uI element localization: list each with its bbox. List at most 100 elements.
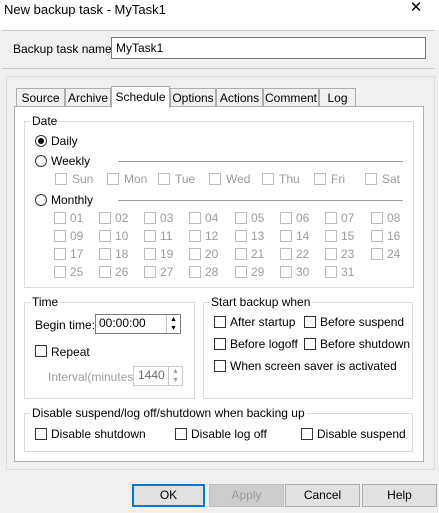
month-day-label: 16 [387, 229, 401, 243]
tab-schedule[interactable]: Schedule [111, 86, 170, 108]
repeat-checkbox[interactable] [35, 345, 47, 360]
month-day-checkbox[interactable] [280, 212, 292, 227]
weekday-checkbox-sat[interactable] [365, 173, 377, 188]
tab-archive[interactable]: Archive [65, 88, 111, 106]
tab-source[interactable]: Source [16, 88, 65, 106]
tab-options[interactable]: Options [170, 88, 216, 106]
tab-log[interactable]: Log [319, 88, 356, 106]
after-startup-label: After startup [230, 315, 296, 329]
month-day-checkbox[interactable] [189, 248, 201, 263]
month-day-checkbox[interactable] [54, 248, 66, 263]
daily-radio[interactable] [35, 135, 47, 150]
month-day-checkbox[interactable] [325, 230, 337, 245]
close-icon[interactable]: ✕ [404, 0, 428, 19]
month-day-checkbox[interactable] [235, 212, 247, 227]
begin-time-value: 00:00:00 [99, 316, 146, 330]
month-day-checkbox[interactable] [144, 266, 156, 281]
task-name-input[interactable] [111, 37, 426, 59]
month-day-checkbox[interactable] [325, 266, 337, 281]
month-day-label: 15 [341, 229, 355, 243]
month-day-checkbox[interactable] [235, 266, 247, 281]
monthly-label: Monthly [51, 193, 94, 207]
ok-button[interactable]: OK [132, 484, 205, 507]
month-day-label: 10 [115, 229, 129, 243]
daily-label: Daily [51, 134, 78, 148]
month-day-label: 21 [251, 247, 265, 261]
weekday-label: Sun [72, 172, 94, 186]
month-day-checkbox[interactable] [280, 230, 292, 245]
after-startup-checkbox[interactable] [214, 316, 226, 331]
disable-shutdown-checkbox[interactable] [35, 428, 47, 443]
interval-input[interactable]: 1440 ▲ ▼ [133, 366, 183, 386]
spin-down-icon[interactable]: ▼ [169, 376, 182, 385]
month-day-label: 01 [70, 211, 84, 225]
monthly-radio[interactable] [35, 194, 47, 209]
month-day-checkbox[interactable] [144, 230, 156, 245]
spin-up-icon[interactable]: ▲ [169, 367, 182, 376]
month-day-checkbox[interactable] [235, 248, 247, 263]
cancel-button[interactable]: Cancel [285, 484, 360, 507]
task-name-label: Backup task name: [13, 42, 116, 56]
weekday-checkbox-tue[interactable] [158, 173, 170, 188]
weekday-checkbox-wed[interactable] [209, 173, 221, 188]
month-day-checkbox[interactable] [54, 230, 66, 245]
month-day-checkbox[interactable] [189, 212, 201, 227]
month-day-checkbox[interactable] [99, 248, 111, 263]
disable-suspend-checkbox[interactable] [301, 428, 313, 443]
month-day-checkbox[interactable] [189, 230, 201, 245]
interval-label: Interval(minutes): [48, 370, 141, 384]
begin-time-input[interactable]: 00:00:00 ▲ ▼ [95, 314, 181, 334]
month-day-label: 28 [205, 265, 219, 279]
disable-logoff-checkbox[interactable] [175, 428, 187, 443]
before-logoff-checkbox[interactable] [214, 338, 226, 353]
month-day-label: 24 [387, 247, 401, 261]
begin-time-label: Begin time: [35, 318, 96, 332]
month-day-checkbox[interactable] [235, 230, 247, 245]
before-shutdown-checkbox[interactable] [304, 338, 316, 353]
month-day-label: 23 [341, 247, 355, 261]
month-day-checkbox[interactable] [371, 248, 383, 263]
weekday-checkbox-fri[interactable] [314, 173, 326, 188]
month-day-label: 12 [205, 229, 219, 243]
before-suspend-label: Before suspend [320, 315, 405, 329]
month-day-label: 02 [115, 211, 129, 225]
month-day-label: 29 [251, 265, 265, 279]
month-day-label: 17 [70, 247, 84, 261]
date-legend: Date [30, 114, 60, 128]
tab-comment[interactable]: Comment [263, 88, 319, 106]
month-day-checkbox[interactable] [325, 212, 337, 227]
before-suspend-checkbox[interactable] [304, 316, 316, 331]
weekday-checkbox-thu[interactable] [262, 173, 274, 188]
window-title: New backup task - MyTask1 [4, 2, 166, 17]
month-day-label: 27 [160, 265, 174, 279]
interval-spinner[interactable]: ▲ ▼ [168, 367, 182, 385]
month-day-checkbox[interactable] [54, 266, 66, 281]
month-day-checkbox[interactable] [280, 266, 292, 281]
month-day-checkbox[interactable] [54, 212, 66, 227]
tab-actions[interactable]: Actions [216, 88, 263, 106]
disable-shutdown-label: Disable shutdown [51, 427, 146, 441]
disable-logoff-label: Disable log off [191, 427, 267, 441]
month-day-checkbox[interactable] [99, 230, 111, 245]
spin-down-icon[interactable]: ▼ [167, 324, 180, 333]
month-day-checkbox[interactable] [144, 248, 156, 263]
weekday-checkbox-mon[interactable] [107, 173, 119, 188]
month-day-label: 04 [205, 211, 219, 225]
month-day-checkbox[interactable] [325, 248, 337, 263]
screen-saver-checkbox[interactable] [214, 360, 226, 375]
month-day-checkbox[interactable] [144, 212, 156, 227]
month-day-checkbox[interactable] [99, 212, 111, 227]
spin-up-icon[interactable]: ▲ [167, 315, 180, 324]
month-day-checkbox[interactable] [189, 266, 201, 281]
month-day-checkbox[interactable] [99, 266, 111, 281]
month-day-checkbox[interactable] [280, 248, 292, 263]
weekday-checkbox-sun[interactable] [55, 173, 67, 188]
begin-time-spinner[interactable]: ▲ ▼ [166, 315, 180, 333]
weekday-label: Thu [279, 172, 300, 186]
help-button[interactable]: Help [362, 484, 437, 507]
apply-button[interactable]: Apply [209, 484, 284, 507]
weekly-radio[interactable] [35, 155, 47, 170]
month-day-checkbox[interactable] [371, 230, 383, 245]
month-day-checkbox[interactable] [371, 212, 383, 227]
month-day-label: 25 [70, 265, 84, 279]
